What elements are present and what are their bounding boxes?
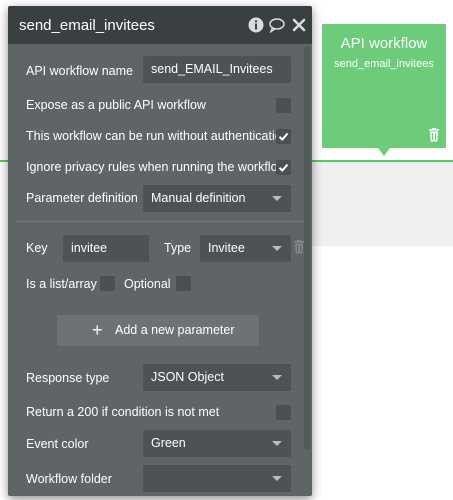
expose-public-label: Expose as a public API workflow <box>26 98 206 112</box>
parameter-type-value: Invitee <box>208 241 245 255</box>
parameter-definition-value: Manual definition <box>151 191 246 205</box>
close-icon[interactable] <box>291 17 307 33</box>
api-workflow-card-title: API workflow <box>340 35 428 52</box>
add-parameter-button[interactable]: + Add a new parameter <box>57 315 259 346</box>
workflow-folder-dropdown[interactable] <box>143 465 291 492</box>
return-200-label: Return a 200 if condition is not met <box>26 405 220 419</box>
chevron-down-icon <box>272 375 282 380</box>
panel-scrollbar[interactable] <box>304 46 310 450</box>
workflow-property-editor: send_email_invitees API workflow name se… <box>8 6 312 496</box>
event-color-value: Green <box>151 436 186 450</box>
chevron-down-icon <box>272 441 282 446</box>
type-label: Type <box>164 241 192 255</box>
panel-title: send_email_invitees <box>19 17 155 34</box>
is-list-label: Is a list/array <box>26 277 97 291</box>
chevron-down-icon <box>272 196 282 201</box>
expose-public-checkbox[interactable] <box>276 98 291 113</box>
chevron-down-icon <box>272 246 282 251</box>
trash-icon[interactable] <box>428 128 440 142</box>
no-auth-label: This workflow can be run without authent… <box>26 129 289 143</box>
section-divider <box>16 221 304 222</box>
workflow-name-label: API workflow name <box>26 64 133 78</box>
chevron-down-icon <box>272 476 282 481</box>
add-parameter-label: Add a new parameter <box>115 323 235 337</box>
api-workflow-card-pointer <box>378 148 390 156</box>
is-list-checkbox[interactable] <box>100 276 115 291</box>
panel-header: send_email_invitees <box>8 6 312 44</box>
comment-icon[interactable] <box>269 17 285 33</box>
parameter-definition-label: Parameter definition <box>26 191 138 205</box>
api-workflow-card-subtitle: send_email_invitees <box>334 58 434 70</box>
checkmark-icon <box>278 163 289 172</box>
response-type-dropdown[interactable]: JSON Object <box>143 364 291 391</box>
event-color-dropdown[interactable]: Green <box>143 430 291 457</box>
workflow-name-input[interactable]: send_EMAIL_Invitees <box>143 56 291 83</box>
checkmark-icon <box>278 132 289 141</box>
info-icon[interactable] <box>248 17 264 33</box>
parameter-type-dropdown[interactable]: Invitee <box>200 235 291 262</box>
parameter-key-input[interactable]: invitee <box>63 235 149 262</box>
key-label: Key <box>26 241 48 255</box>
no-auth-checkbox[interactable] <box>276 129 291 144</box>
api-workflow-card[interactable]: API workflow send_email_invitees <box>322 24 446 148</box>
ignore-privacy-label: Ignore privacy rules when running the wo… <box>26 160 287 174</box>
optional-label: Optional <box>124 277 171 291</box>
response-type-value: JSON Object <box>151 370 224 384</box>
ignore-privacy-checkbox[interactable] <box>276 160 291 175</box>
plus-icon: + <box>92 320 103 340</box>
event-color-label: Event color <box>26 437 89 451</box>
optional-checkbox[interactable] <box>176 276 191 291</box>
parameter-definition-dropdown[interactable]: Manual definition <box>143 185 291 212</box>
canvas-strip <box>310 162 453 246</box>
return-200-checkbox[interactable] <box>276 405 291 420</box>
response-type-label: Response type <box>26 371 110 385</box>
workflow-folder-label: Workflow folder <box>26 472 112 486</box>
